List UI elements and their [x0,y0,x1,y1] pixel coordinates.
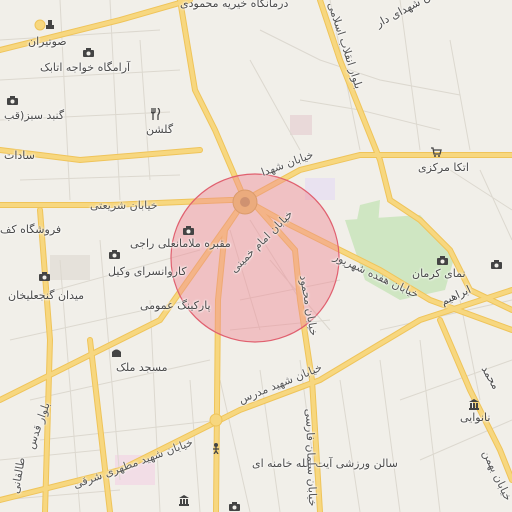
sport-icon[interactable] [210,442,222,454]
mosque-icon[interactable] [110,346,122,358]
label-masjed: مسجد ملک [116,361,168,374]
label-nanvaei: نانوایی [460,411,491,424]
label-salon: سالن ورزشی آیت الله خامنه ای [252,457,398,470]
roundabout [209,413,223,427]
label-namay: نمای کرمان [412,267,466,280]
label-sotoran: صوتیران [28,35,67,48]
label-golshan: گلشن [146,123,174,136]
monument-icon[interactable] [44,18,56,30]
camera-icon[interactable] [436,254,448,266]
label-maqbare: مقبره ملامانعلی راجی [130,237,231,250]
camera-icon[interactable] [182,224,194,236]
label-forushgah: فروشگاه کف [0,223,62,236]
bank-icon[interactable] [178,494,190,506]
camera-icon[interactable] [82,46,94,58]
camera-icon[interactable] [6,94,18,106]
label-sor: خیابان سلمان فارسی [302,408,320,507]
label-sadat: سادات [4,149,35,162]
label-aramgah: آرامگاه خواجه اتابک [40,61,131,74]
pink-area [290,115,312,135]
map-canvas[interactable]: درمانگاه خیریه محمودی خیابان شهدای دار ص… [0,0,512,512]
camera-icon[interactable] [490,258,502,270]
label-karvansara: کاروانسرای وکیل [108,265,187,278]
label-meydan: میدان گنجعلیخان [8,289,85,302]
bank-icon[interactable] [468,398,480,410]
label-parking: پارکینگ عمومی [140,299,211,312]
camera-icon[interactable] [108,248,120,260]
label-darmangah: درمانگاه خیریه محمودی [180,0,289,10]
label-atka: اتکا مرکزی [418,161,469,174]
shopping-icon[interactable] [430,146,442,158]
camera-icon[interactable] [228,500,240,512]
label-gonbad: گنبد سبز(قب [4,109,65,122]
label-shariati: خیابان شریعتی [90,199,158,212]
restaurant-icon[interactable] [150,108,162,120]
camera-icon[interactable] [38,270,50,282]
grey-area [50,255,90,280]
